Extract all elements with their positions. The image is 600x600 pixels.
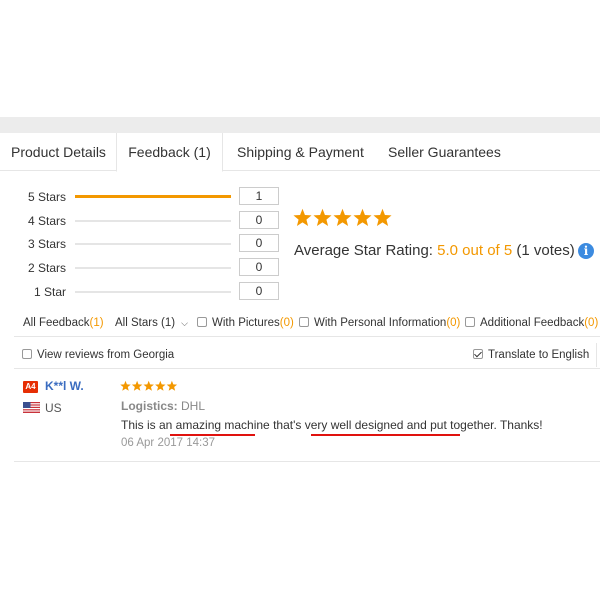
translate-label: Translate to English [488, 349, 590, 361]
filter-additional-label: Additional Feedback [480, 317, 585, 329]
review-text: This is an amazing machine that's very w… [121, 418, 543, 432]
tab-bar: Product Details Feedback (1) Shipping & … [0, 133, 600, 172]
checkbox[interactable] [22, 349, 32, 359]
vote-count: (1 votes) [516, 242, 575, 259]
rating-label: 5 Stars [27, 190, 66, 204]
average-score: 5.0 out of 5 [437, 242, 513, 259]
review-star-rating-icon [120, 380, 178, 391]
filter-bar: All Feedback(1) All Stars (1) ⌵ With Pict… [14, 309, 600, 337]
filter-with-pictures[interactable]: With Pictures(0) [197, 309, 294, 337]
translate-to-english[interactable]: Translate to English [473, 341, 589, 369]
filter-with-pictures-label: With Pictures [212, 317, 280, 329]
filter-all-feedback-label: All Feedback [23, 317, 90, 329]
rating-bar [75, 220, 231, 222]
rating-label: 4 Stars [27, 214, 66, 228]
filter-count: (1) [89, 317, 104, 329]
rating-bar [75, 195, 231, 198]
star-icon [333, 208, 352, 226]
tab-product-details[interactable]: Product Details [11, 133, 106, 171]
star-rating-icon [293, 208, 392, 226]
logistics-info: Logistics: DHL [121, 399, 205, 413]
rating-row-2: 2 Stars 0 [0, 258, 290, 278]
star-icon [166, 380, 178, 391]
logistics-value: DHL [181, 399, 206, 413]
filter-additional-feedback[interactable]: Additional Feedback(0) [465, 309, 598, 337]
rating-bar [75, 291, 231, 293]
rating-count: 0 [239, 282, 279, 300]
average-rating-text: Average Star Rating: 5.0 out of 5 (1 vot… [294, 241, 575, 261]
star-icon [313, 208, 332, 226]
buyer-level-badge: A4 [23, 381, 38, 393]
reviewer-name[interactable]: K**l W. [45, 379, 84, 393]
checkbox[interactable] [473, 349, 483, 359]
rating-label: 3 Stars [27, 237, 66, 251]
filter-count: (0) [584, 317, 599, 329]
filter-all-feedback[interactable]: All Feedback(1) [23, 309, 104, 337]
rating-row-5: 5 Stars 1 [0, 187, 290, 207]
checkbox[interactable] [197, 317, 207, 327]
top-gray-bar [0, 117, 600, 133]
rating-row-3: 3 Stars 0 [0, 234, 290, 254]
rating-label: 1 Star [33, 285, 66, 299]
checkbox[interactable] [465, 317, 475, 327]
divider [596, 343, 597, 367]
view-options-bar: View reviews from Georgia Translate to E… [14, 341, 600, 369]
logistics-label: Logistics: [121, 399, 178, 413]
highlight-underline [311, 434, 460, 436]
tab-shipping-payment[interactable]: Shipping & Payment [237, 133, 364, 171]
star-icon [131, 380, 143, 391]
view-reviews-label: View reviews from Georgia [37, 349, 175, 361]
average-rating-label: Average Star Rating: [294, 242, 433, 259]
rating-bar [75, 243, 231, 245]
star-icon [293, 208, 312, 226]
rating-row-1: 1 Star 0 [0, 282, 290, 302]
rating-bar-fill [75, 195, 231, 198]
filter-count: (0) [279, 317, 294, 329]
rating-label: 2 Stars [27, 261, 66, 275]
star-icon [120, 380, 131, 391]
review-date: 06 Apr 2017 14:37 [121, 437, 215, 449]
filter-all-stars-label: All Stars (1) [115, 317, 176, 329]
average-stars [293, 208, 393, 236]
filter-with-personal-info[interactable]: With Personal Information(0) [299, 309, 460, 337]
tab-feedback[interactable]: Feedback (1) [116, 133, 223, 172]
reviewer-country: US [45, 401, 62, 415]
star-icon [143, 380, 154, 391]
checkbox[interactable] [299, 317, 309, 327]
star-icon [373, 208, 392, 226]
rating-count: 0 [239, 211, 279, 229]
filter-count: (0) [446, 317, 461, 329]
rating-row-4: 4 Stars 0 [0, 211, 290, 231]
star-icon [155, 380, 166, 391]
rating-count: 0 [239, 258, 279, 276]
filter-all-stars-dropdown[interactable]: All Stars (1) ⌵ [115, 309, 188, 337]
us-flag-icon [23, 402, 40, 413]
rating-count: 1 [239, 187, 279, 205]
rating-count: 0 [239, 234, 279, 252]
filter-with-personal-label: With Personal Information [314, 317, 447, 329]
highlight-underline [170, 434, 255, 436]
star-icon [353, 208, 372, 226]
tab-seller-guarantees[interactable]: Seller Guarantees [388, 133, 501, 171]
review-item: A4 K**l W. US Logistics: DHL This is an … [14, 374, 600, 462]
view-reviews-from-country[interactable]: View reviews from Georgia [22, 341, 174, 369]
rating-bar [75, 267, 231, 269]
chevron-down-icon: ⌵ [181, 318, 188, 328]
info-icon[interactable]: i [578, 243, 594, 259]
